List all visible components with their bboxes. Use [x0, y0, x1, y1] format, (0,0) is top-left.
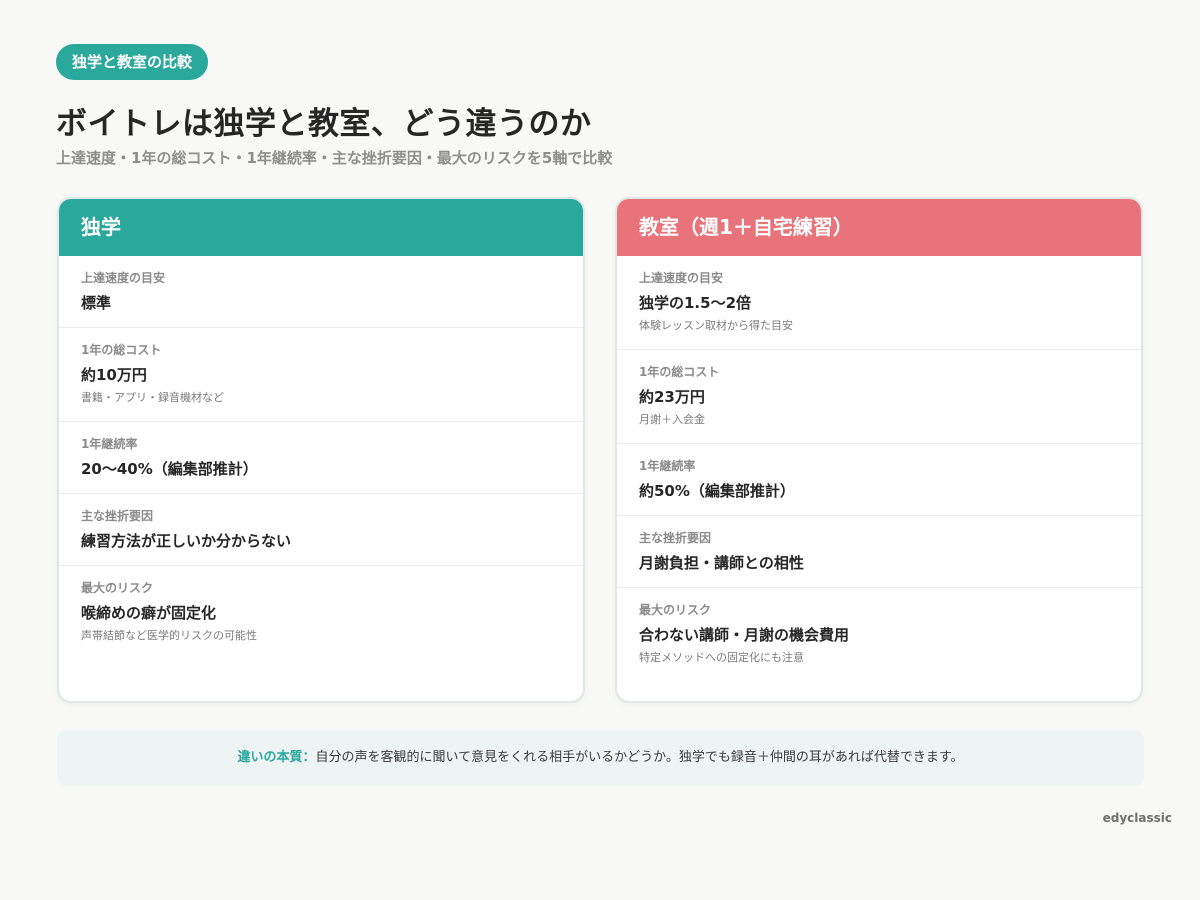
summary-text: 自分の声を客観的に聞いて意見をくれる相手がいるかどうか。独学でも録音＋仲間の耳が… — [315, 750, 964, 765]
category-tag: 独学と教室の比較 — [56, 44, 209, 80]
row-value: 合わない講師・月謝の機会費用 — [639, 626, 850, 644]
page-title: ボイトレは独学と教室、どう違うのか — [56, 106, 592, 142]
row-label: 1年の総コスト — [81, 343, 162, 357]
brand-logo: edyclassic — [1102, 811, 1172, 825]
row-risk: 最大のリスク 合わない講師・月謝の機会費用 特定メソッドへの固定化にも注意 — [617, 588, 1141, 682]
row-note: 特定メソッドへの固定化にも注意 — [639, 651, 804, 664]
row-label: 上達速度の目安 — [639, 271, 724, 285]
row-speed: 上達速度の目安 独学の1.5〜2倍 体験レッスン取材から得た目安 — [617, 256, 1141, 350]
row-value: 20〜40%（編集部推計） — [81, 460, 258, 478]
row-dropout-factor: 主な挫折要因 月謝負担・講師との相性 — [617, 516, 1141, 588]
row-label: 上達速度の目安 — [81, 271, 166, 285]
row-value: 約10万円 — [81, 366, 147, 384]
comparison-page: 独学と教室の比較 ボイトレは独学と教室、どう違うのか 上達速度・1年の総コスト・… — [0, 0, 1200, 900]
row-cost: 1年の総コスト 約23万円 月謝＋入会金 — [617, 350, 1141, 444]
row-dropout-factor: 主な挫折要因 練習方法が正しいか分からない — [59, 494, 583, 566]
row-label: 1年継続率 — [81, 437, 138, 451]
row-label: 1年の総コスト — [639, 365, 720, 379]
row-value: 月謝負担・講師との相性 — [639, 554, 804, 572]
row-note: 書籍・アプリ・録音機材など — [81, 391, 224, 404]
row-value: 約50%（編集部推計） — [639, 482, 795, 500]
row-note: 声帯結節など医学的リスクの可能性 — [81, 629, 257, 642]
row-value: 喉締めの癖が固定化 — [81, 604, 217, 622]
row-label: 主な挫折要因 — [81, 509, 154, 523]
self-study-card: 独学 上達速度の目安 標準 1年の総コスト 約10万円 書籍・アプリ・録音機材な… — [57, 197, 585, 703]
row-label: 主な挫折要因 — [639, 531, 712, 545]
row-value: 練習方法が正しいか分からない — [81, 532, 292, 550]
row-value: 独学の1.5〜2倍 — [639, 294, 752, 312]
row-label: 最大のリスク — [639, 603, 712, 617]
card-header: 教室（週1＋自宅練習） — [617, 199, 1141, 256]
row-cost: 1年の総コスト 約10万円 書籍・アプリ・録音機材など — [59, 328, 583, 422]
row-label: 1年継続率 — [639, 459, 696, 473]
row-note: 月謝＋入会金 — [639, 413, 705, 426]
row-value: 約23万円 — [639, 388, 705, 406]
classroom-card: 教室（週1＋自宅練習） 上達速度の目安 独学の1.5〜2倍 体験レッスン取材から… — [615, 197, 1143, 703]
row-value: 標準 — [81, 294, 112, 312]
row-retention: 1年継続率 約50%（編集部推計） — [617, 444, 1141, 516]
summary-key: 違いの本質： — [237, 750, 316, 765]
card-header: 独学 — [59, 199, 583, 256]
row-risk: 最大のリスク 喉締めの癖が固定化 声帯結節など医学的リスクの可能性 — [59, 566, 583, 660]
summary-callout: 違いの本質：自分の声を客観的に聞いて意見をくれる相手がいるかどうか。独学でも録音… — [57, 730, 1144, 786]
row-note: 体験レッスン取材から得た目安 — [639, 319, 793, 332]
row-label: 最大のリスク — [81, 581, 154, 595]
row-speed: 上達速度の目安 標準 — [59, 256, 583, 328]
page-subtitle: 上達速度・1年の総コスト・1年継続率・主な挫折要因・最大のリスクを5軸で比較 — [56, 149, 613, 167]
row-retention: 1年継続率 20〜40%（編集部推計） — [59, 422, 583, 494]
